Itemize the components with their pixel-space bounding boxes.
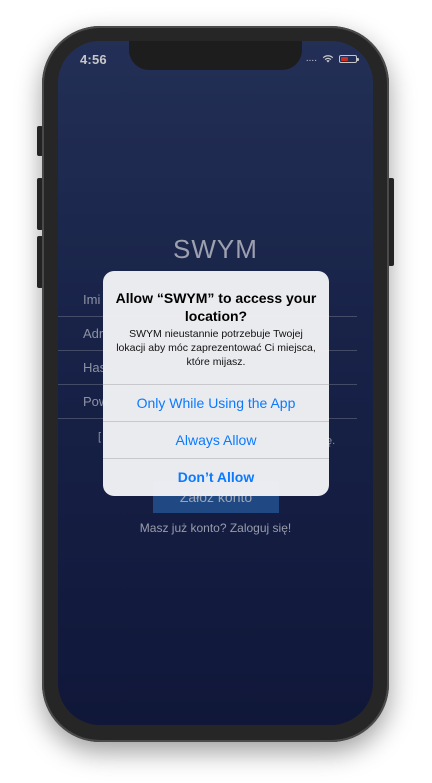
dont-allow-button[interactable]: Don’t Allow [103,458,329,496]
location-permission-alert: Allow “SWYM” to access your location? SW… [103,271,329,496]
allow-while-using-button[interactable]: Only While Using the App [103,384,329,422]
alert-message: SWYM nieustannie potrzebuje Twojej lokac… [116,328,316,368]
alert-title: Allow “SWYM” to access your location? [115,290,317,324]
always-allow-button[interactable]: Always Allow [103,421,329,459]
